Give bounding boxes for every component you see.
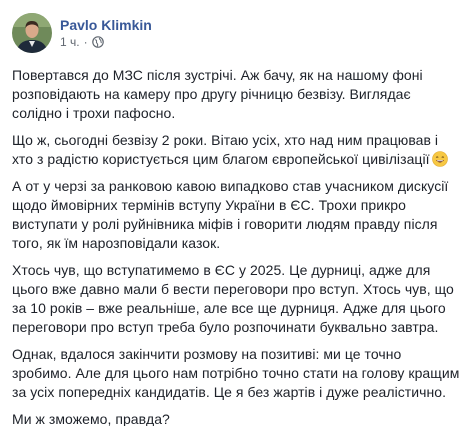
post-paragraph: Повертався до МЗС після зустрічі. Аж бач…: [12, 67, 423, 121]
post-paragraph: Ми ж зможемо, правда?: [12, 411, 170, 426]
post-header: Pavlo Klimkin 1 ч. ·: [12, 0, 462, 54]
post-time[interactable]: 1 ч.: [60, 34, 80, 50]
post-meta: Pavlo Klimkin 1 ч. ·: [60, 16, 152, 50]
post-paragraph: Однак, вдалося закінчити розмову на пози…: [12, 346, 460, 400]
post-content: Повертався до МЗС після зустрічі. Аж бач…: [12, 66, 462, 426]
smile-emoji-icon: [431, 151, 448, 167]
author-name[interactable]: Pavlo Klimkin: [60, 16, 152, 34]
separator-dot: ·: [83, 35, 88, 49]
post-paragraph-text: Що ж, сьогодні безвізу 2 роки. Вітаю усі…: [12, 132, 439, 167]
post-paragraph-with-emoji: Що ж, сьогодні безвізу 2 роки. Вітаю усі…: [12, 131, 462, 169]
facebook-post: Pavlo Klimkin 1 ч. · Повертався до МЗС п…: [0, 0, 474, 426]
post-paragraph: А от у черзі за ранковою кавою випадково…: [12, 178, 449, 251]
post-paragraph: Хтось чув, що вступатимемо в ЄС у 2025. …: [12, 262, 454, 335]
post-subline: 1 ч. ·: [60, 34, 152, 50]
globe-icon[interactable]: [91, 36, 104, 48]
avatar[interactable]: [12, 13, 52, 53]
